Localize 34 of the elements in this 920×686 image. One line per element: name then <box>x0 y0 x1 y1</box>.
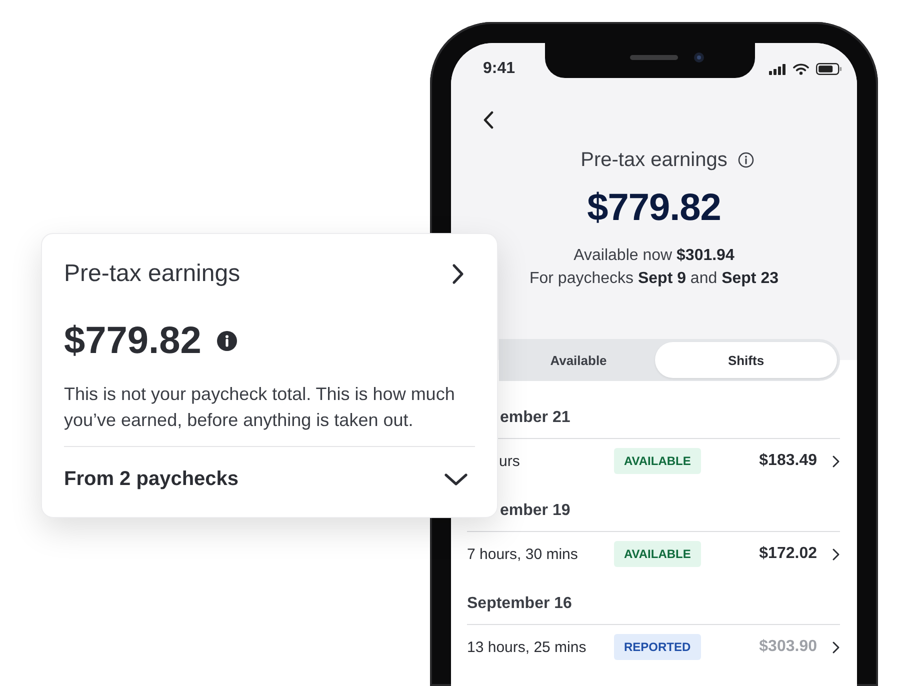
info-icon[interactable] <box>738 152 754 168</box>
card-title: Pre-tax earnings <box>64 260 240 288</box>
chevron-left-icon <box>483 111 494 129</box>
info-icon[interactable] <box>217 331 238 351</box>
chevron-right-icon[interactable] <box>832 454 840 468</box>
chevron-right-icon[interactable] <box>451 263 465 285</box>
earnings-amount: $779.82 <box>587 186 721 230</box>
segment-tab[interactable]: Shifts <box>655 342 837 378</box>
status-badge: REPORTED <box>614 634 701 660</box>
date-heading: September 16 <box>467 594 572 614</box>
shift-duration: urs <box>499 452 520 470</box>
chevron-right-icon[interactable] <box>832 548 840 560</box>
available-now-text: Available now $301.94 <box>574 246 734 266</box>
back-button[interactable] <box>483 111 494 129</box>
shift-duration: 13 hours, 25 mins <box>467 638 586 656</box>
shift-amount: $303.90 <box>759 638 817 656</box>
date-heading: ember 21 <box>500 408 570 428</box>
card-description: This is not your paycheck total. This is how much you’ve earned, before anything is taken out. <box>64 383 456 432</box>
card-amount: $779.82 <box>64 320 202 362</box>
paychecks-toggle[interactable]: From 2 paychecks <box>64 467 475 491</box>
wifi-icon <box>793 63 809 75</box>
status-badge: AVAILABLE <box>614 541 701 567</box>
segment-tab[interactable]: Available <box>502 342 655 378</box>
paychecks-text: For paychecks Sept 9 and Sept 23 <box>529 269 778 289</box>
shift-amount: $172.02 <box>759 545 817 563</box>
signal-icon <box>769 64 786 74</box>
shift-duration: 7 hours, 30 mins <box>467 546 578 562</box>
chevron-right-icon[interactable] <box>832 640 840 654</box>
battery-icon <box>816 63 842 75</box>
status-badge: AVAILABLE <box>614 448 701 474</box>
earnings-title: Pre-tax earnings <box>580 148 728 172</box>
shift-amount: $183.49 <box>759 452 817 470</box>
date-heading: ember 19 <box>500 501 570 521</box>
status-time: 9:41 <box>483 60 516 78</box>
